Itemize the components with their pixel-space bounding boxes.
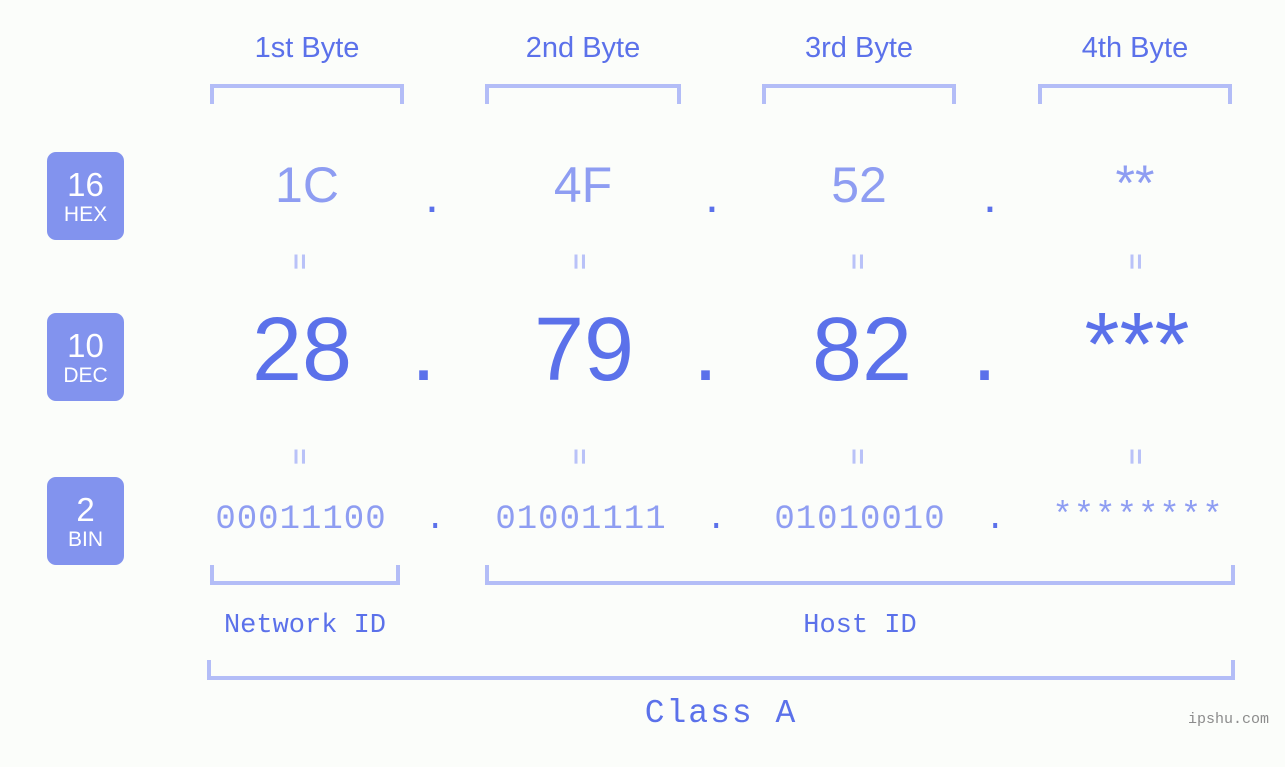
dec-byte-value-3: 82 [811,300,913,400]
hex-byte-value-3: 52 [831,157,887,213]
byte-header-label-1: 1st Byte [254,32,360,64]
bin-byte-value-4: ******** [1052,498,1224,536]
equals-connector-dec-bin-2: = [564,448,596,464]
base-badge-bin: 2 BIN [47,477,124,565]
bin-byte-value-1: 00011100 [215,501,387,539]
base-badge-bin-number: 2 [76,490,95,528]
class-bracket [207,660,1235,680]
base-badge-dec-name: DEC [63,363,108,387]
dec-separator-2: . [693,300,719,400]
bin-byte-value-3: 01010010 [774,501,946,539]
base-badge-hex: 16 HEX [47,152,124,240]
bin-separator-3: . [985,501,1006,539]
hex-separator-1: . [425,167,439,223]
base-badge-bin-name: BIN [67,527,103,551]
byte-bracket-top-3 [762,84,956,104]
equals-connector-hex-dec-4: = [1120,253,1152,269]
equals-connector-hex-dec-2: = [564,253,596,269]
dec-byte-value-1: 28 [251,300,353,400]
bin-separator-2: . [706,501,727,539]
bin-byte-value-2: 01001111 [495,501,667,539]
site-watermark: ipshu.com [1187,711,1269,728]
byte-bracket-top-1 [210,84,404,104]
network-id-label: Network ID [223,611,387,641]
hex-byte-value-4: ** [1115,155,1155,211]
equals-connector-hex-dec-1: = [284,253,316,269]
byte-header-label-2: 2nd Byte [525,32,641,64]
network-id-bracket [210,565,400,585]
hex-separator-2: . [705,167,719,223]
ip-address-breakdown-figure: 1st Byte 2nd Byte 3rd Byte 4th Byte 16 H… [0,0,1285,767]
equals-connector-dec-bin-4: = [1120,448,1152,464]
hex-byte-value-1: 1C [275,157,339,213]
equals-connector-hex-dec-3: = [842,253,874,269]
hex-byte-value-2: 4F [553,157,613,213]
byte-header-label-4: 4th Byte [1081,32,1189,64]
byte-header-label-3: 3rd Byte [805,32,913,64]
dec-byte-value-2: 79 [533,300,635,400]
host-id-bracket [485,565,1235,585]
class-label: Class A [644,695,798,732]
equals-connector-dec-bin-1: = [284,448,316,464]
base-badge-dec: 10 DEC [47,313,124,401]
base-badge-hex-name: HEX [63,202,108,226]
base-badge-dec-number: 10 [67,326,104,364]
base-badge-hex-number: 16 [67,165,104,203]
dec-byte-value-4: *** [1084,295,1190,395]
host-id-label: Host ID [803,611,917,641]
dec-separator-1: . [411,300,437,400]
byte-bracket-top-2 [485,84,681,104]
byte-bracket-top-4 [1038,84,1232,104]
bin-separator-1: . [425,501,446,539]
hex-separator-3: . [983,167,997,223]
dec-separator-3: . [972,300,998,400]
equals-connector-dec-bin-3: = [842,448,874,464]
